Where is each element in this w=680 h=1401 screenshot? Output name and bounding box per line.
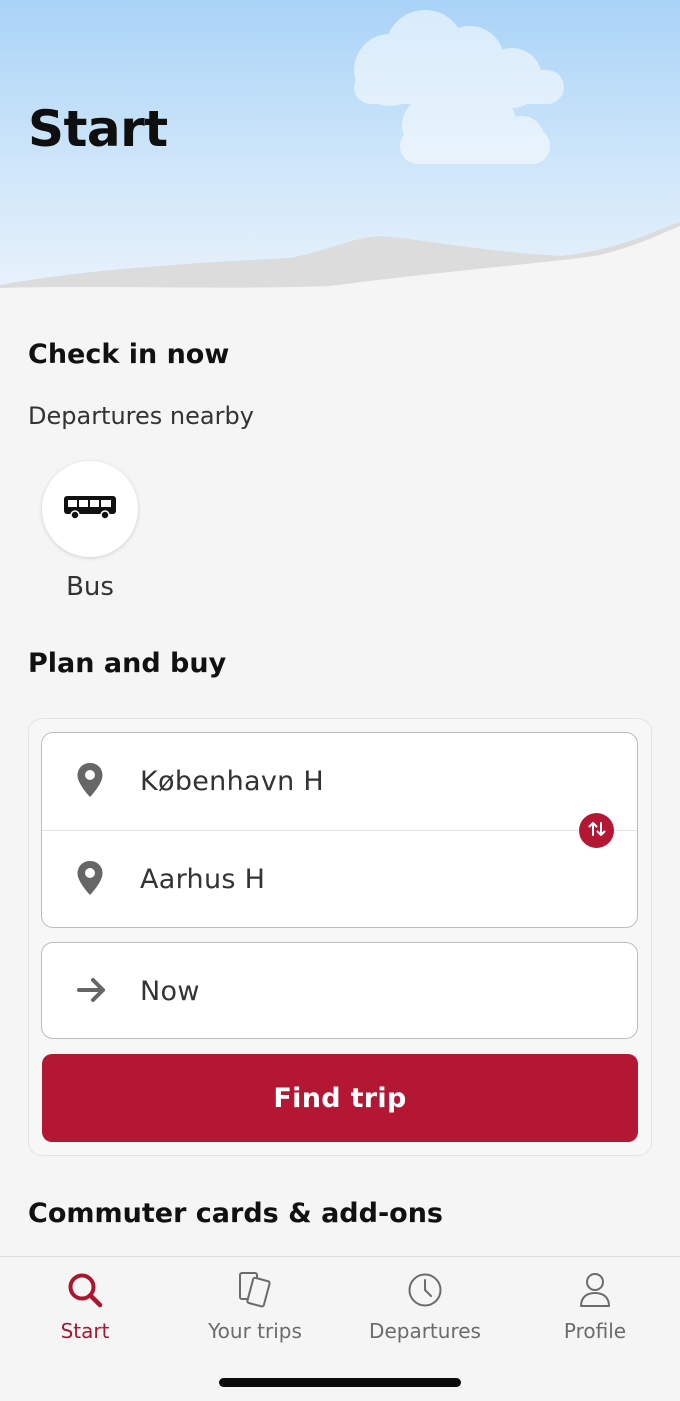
to-station-value: Aarhus H	[140, 864, 266, 895]
tab-start-label: Start	[60, 1319, 110, 1343]
cloud-illustration	[354, 10, 564, 164]
search-icon	[66, 1269, 104, 1311]
tab-your-trips[interactable]: Your trips	[170, 1269, 340, 1343]
time-field-row: Now	[42, 943, 637, 1040]
find-trip-button[interactable]: Find trip	[42, 1054, 638, 1142]
bus-icon	[63, 494, 117, 524]
tab-departures-label: Departures	[369, 1319, 481, 1343]
plan-and-buy-title: Plan and buy	[28, 648, 227, 679]
tab-profile-label: Profile	[563, 1319, 627, 1343]
departure-time-field[interactable]: Now	[41, 942, 638, 1039]
departure-time-value: Now	[140, 976, 200, 1007]
person-icon	[577, 1269, 613, 1311]
departures-nearby-label: Departures nearby	[28, 402, 254, 430]
bus-label: Bus	[66, 572, 114, 602]
swap-vertical-icon	[587, 819, 607, 843]
location-pin-icon	[76, 860, 104, 900]
from-station-value: København H	[140, 766, 325, 797]
clock-icon	[407, 1269, 443, 1311]
tab-departures[interactable]: Departures	[340, 1269, 510, 1343]
home-indicator[interactable]	[219, 1378, 461, 1387]
location-pin-icon	[76, 762, 104, 802]
swap-stations-button[interactable]	[579, 813, 614, 848]
to-station-field[interactable]: Aarhus H	[42, 831, 637, 928]
commuter-cards-title: Commuter cards & add-ons	[28, 1198, 443, 1229]
bus-check-in-button[interactable]	[42, 461, 138, 557]
tab-profile[interactable]: Profile	[510, 1269, 680, 1343]
tab-your-trips-label: Your trips	[208, 1319, 302, 1343]
route-input-group: København H Aarhus H	[41, 732, 638, 928]
page-title: Start	[28, 100, 168, 158]
tab-start[interactable]: Start	[0, 1269, 170, 1343]
tickets-icon	[237, 1269, 273, 1311]
from-station-field[interactable]: København H	[42, 733, 637, 830]
arrow-right-icon	[76, 976, 108, 1008]
check-in-title: Check in now	[28, 339, 230, 370]
